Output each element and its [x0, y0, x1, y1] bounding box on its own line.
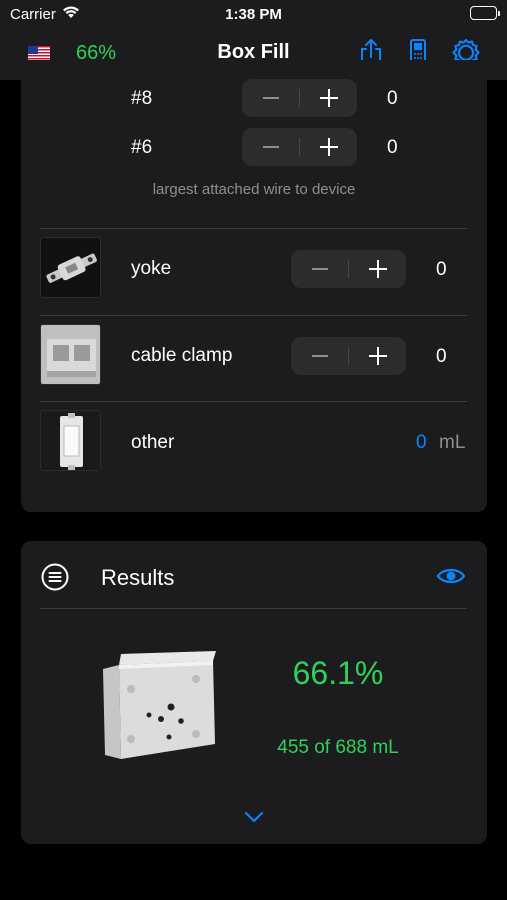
- wire-label-6: #6: [131, 137, 153, 158]
- divider: [40, 608, 467, 609]
- wire-8-stepper: [242, 79, 357, 117]
- electrical-box-image: [101, 649, 219, 766]
- yoke-image: [40, 237, 101, 298]
- status-bar: Carrier 1:38 PM: [0, 0, 507, 28]
- decrement-button[interactable]: [242, 79, 299, 117]
- clock: 1:38 PM: [225, 6, 282, 23]
- results-card: Results 66.1% 455 of 688 mL: [21, 541, 487, 844]
- increment-button[interactable]: [349, 337, 406, 375]
- yoke-label: yoke: [131, 258, 172, 279]
- cable-clamp-image: [40, 324, 101, 385]
- wire-label-8: #8: [131, 88, 153, 109]
- yoke-stepper: [291, 250, 406, 288]
- fill-percentage: 66.1%: [292, 655, 384, 691]
- other-value-input[interactable]: 0: [416, 432, 427, 454]
- wire-8-count: 0: [387, 88, 398, 109]
- decrement-button[interactable]: [291, 250, 348, 288]
- decrement-button[interactable]: [242, 128, 299, 166]
- other-device-image: [40, 410, 101, 471]
- wire-6-count: 0: [387, 137, 398, 158]
- list-icon[interactable]: [41, 563, 69, 591]
- cable-clamp-label: cable clamp: [131, 345, 233, 366]
- chevron-down-icon[interactable]: [244, 810, 264, 828]
- divider: [40, 228, 467, 229]
- wires-hint: largest attached wire to device: [152, 181, 356, 198]
- results-title: Results: [101, 565, 175, 590]
- box-contents-card: #8 0 #6 0 largest attached wire to devic…: [21, 60, 487, 512]
- other-label: other: [131, 432, 175, 453]
- yoke-count: 0: [436, 259, 447, 280]
- wire-6-stepper: [242, 128, 357, 166]
- increment-button[interactable]: [349, 250, 406, 288]
- increment-button[interactable]: [300, 128, 357, 166]
- other-unit: mL: [439, 432, 466, 453]
- volume-summary: 455 of 688 mL: [277, 737, 399, 758]
- decrement-button[interactable]: [291, 337, 348, 375]
- divider: [40, 401, 467, 402]
- battery-icon: [470, 6, 500, 20]
- eye-icon[interactable]: [436, 565, 466, 592]
- divider: [40, 315, 467, 316]
- cable-clamp-count: 0: [436, 346, 447, 367]
- cable-clamp-stepper: [291, 337, 406, 375]
- increment-button[interactable]: [300, 79, 357, 117]
